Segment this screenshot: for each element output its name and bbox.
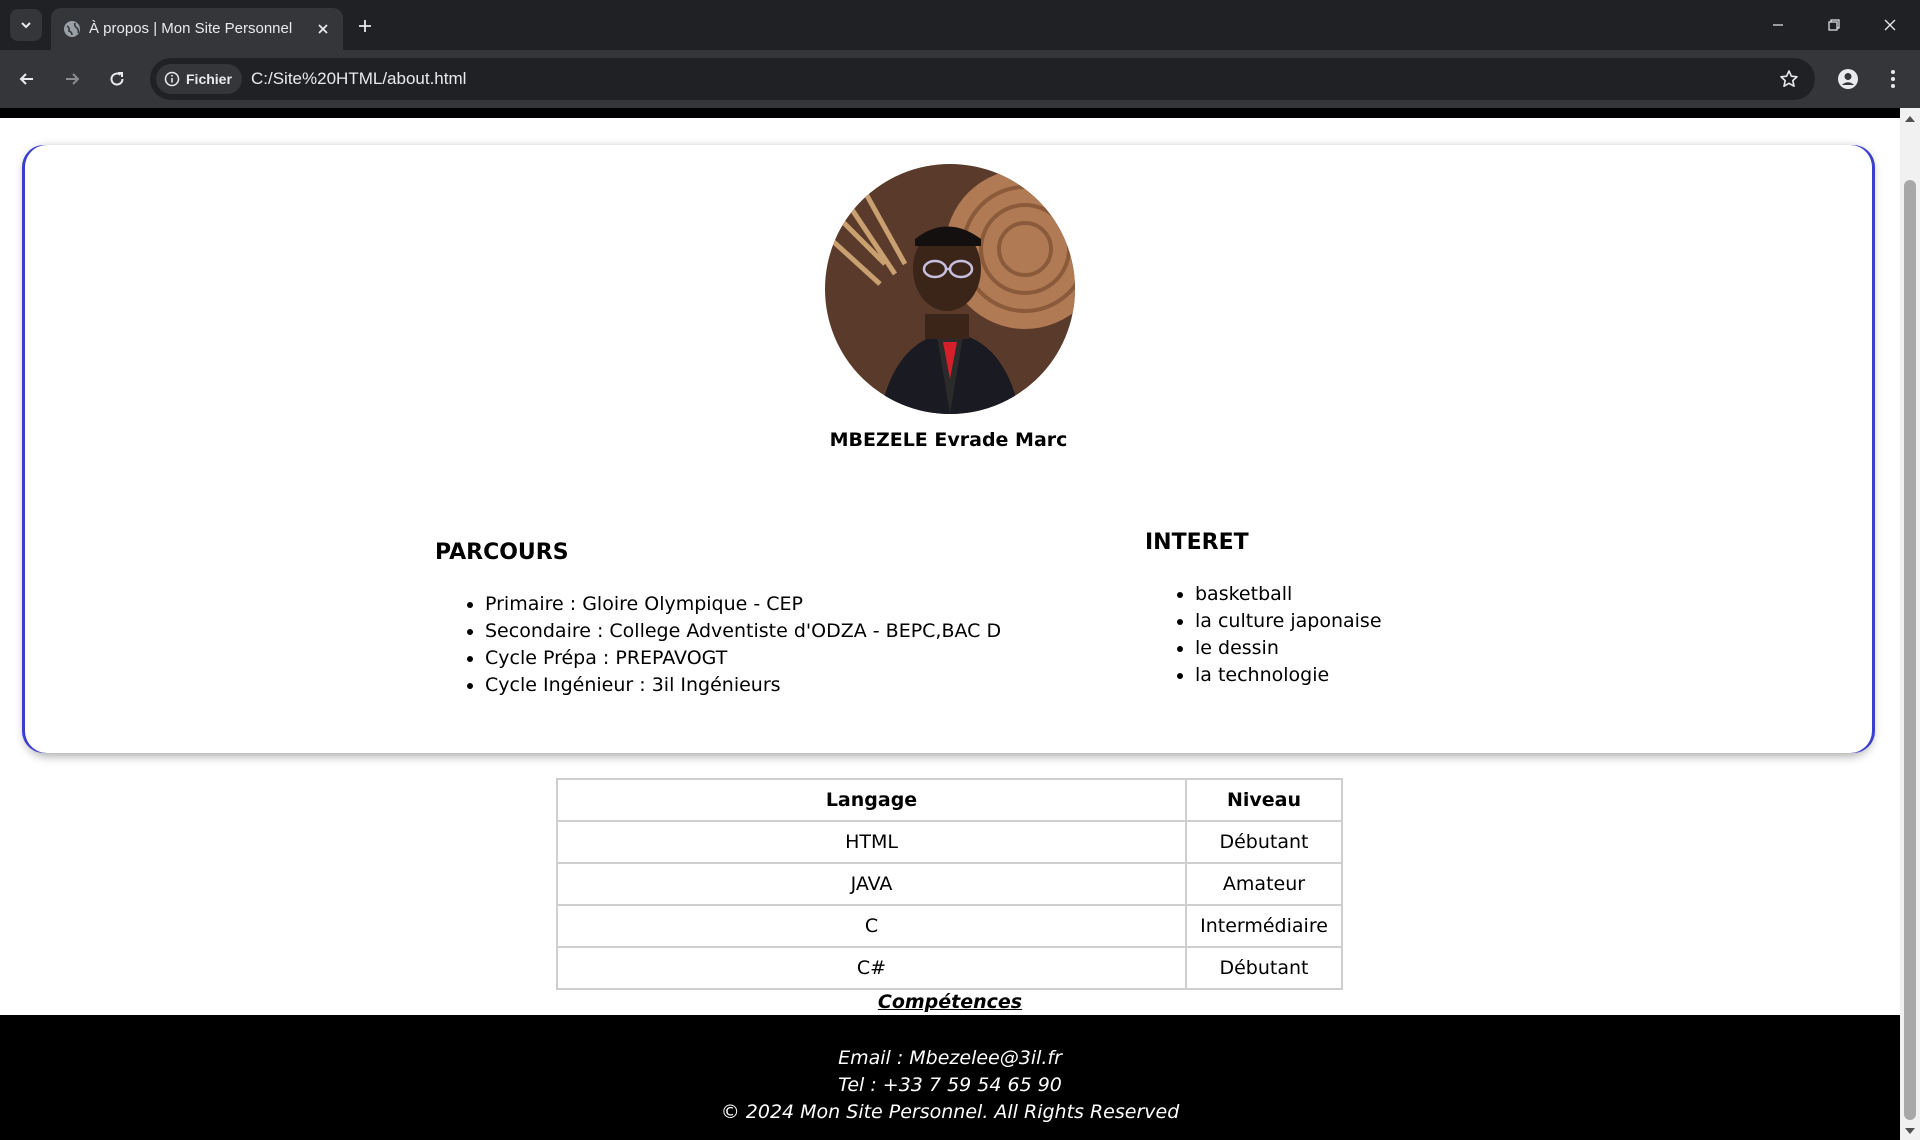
list-item: la technologie [1195,662,1382,689]
forward-button[interactable] [56,63,88,95]
table-caption: Compétences [877,991,1023,1013]
close-icon [1884,19,1896,31]
back-button[interactable] [11,63,43,95]
table-cell: HTML [556,820,1187,864]
profile-name: MBEZELE Evrade Marc [829,429,1068,451]
table-cell: Débutant [1185,946,1343,990]
scroll-down-arrow-icon[interactable] [1905,1128,1915,1134]
list-item: Secondaire : College Adventiste d'ODZA -… [485,618,1001,645]
footer-email: Email : Mbezelee@3il.fr [838,1047,1062,1069]
list-item: le dessin [1195,635,1382,662]
address-bar[interactable]: Fichier C:/Site%20HTML/about.html [150,58,1815,100]
list-item: Primaire : Gloire Olympique - CEP [485,591,1001,618]
profile-photo [825,164,1075,414]
tab-title: À propos | Mon Site Personnel [89,20,293,37]
bookmark-button[interactable] [1775,65,1803,93]
footer: Email : Mbezelee@3il.fr Tel : +33 7 59 5… [0,1015,1900,1140]
page-scrollbar[interactable] [1900,108,1920,1140]
column-header-langage: Langage [556,778,1187,822]
table-row: JAVA Amateur [556,862,1343,906]
table-cell: Débutant [1185,820,1343,864]
table-cell: Amateur [1185,862,1343,906]
browser-tab[interactable]: À propos | Mon Site Personnel [51,8,343,50]
menu-button[interactable] [1877,63,1909,95]
more-vertical-icon [1891,70,1895,88]
avatar [825,164,1075,414]
profile-icon [1838,69,1858,89]
chevron-down-icon [21,22,31,29]
parcours-list: Primaire : Gloire Olympique - CEP Second… [435,591,1001,699]
arrow-right-icon [66,73,80,85]
list-item: Cycle Prépa : PREPAVOGT [485,645,1001,672]
footer-copyright: © 2024 Mon Site Personnel. All Rights Re… [720,1101,1180,1123]
table-row: HTML Débutant [556,820,1343,864]
interet-list: basketball la culture japonaise le dessi… [1145,581,1382,689]
url-text[interactable]: C:/Site%20HTML/about.html [251,69,466,89]
restore-button[interactable] [1806,0,1862,50]
list-item: basketball [1195,581,1382,608]
table-row: C# Débutant [556,946,1343,990]
globe-icon [64,21,80,37]
table-cell: JAVA [556,862,1187,906]
profile-button[interactable] [1832,63,1864,95]
site-info-chip[interactable]: Fichier [156,64,242,94]
tab-strip: À propos | Mon Site Personnel [0,0,1920,50]
close-icon [318,24,328,34]
table-cell: Intermédiaire [1185,904,1343,948]
tab-close-button[interactable] [311,17,335,41]
column-header-niveau: Niveau [1185,778,1343,822]
profile-card: MBEZELE Evrade Marc PARCOURS Primaire : … [25,145,1872,753]
page-content: MBEZELE Evrade Marc PARCOURS Primaire : … [0,118,1900,1140]
interet-title: INTERET [1145,530,1249,555]
plus-icon [359,20,371,32]
star-icon [1780,70,1798,87]
table-cell: C [556,904,1187,948]
list-item: la culture japonaise [1195,608,1382,635]
table-header-row: Langage Niveau [556,778,1343,822]
skills-table: Langage Niveau HTML Débutant JAVA Amateu… [556,778,1343,990]
minimize-icon [1773,24,1783,26]
restore-icon [1828,19,1840,31]
arrow-left-icon [19,73,33,85]
reload-icon [110,72,124,86]
scroll-up-arrow-icon[interactable] [1905,116,1915,122]
browser-toolbar: Fichier C:/Site%20HTML/about.html [0,50,1920,108]
table-cell: C# [556,946,1187,990]
tab-search-button[interactable] [10,9,42,41]
footer-tel: Tel : +33 7 59 54 65 90 [838,1074,1062,1096]
new-tab-button[interactable] [351,12,379,40]
header-bar [0,108,1900,118]
table-row: C Intermédiaire [556,904,1343,948]
scrollbar-thumb[interactable] [1904,180,1916,1120]
info-icon [164,71,180,87]
reload-button[interactable] [101,63,133,95]
parcours-title: PARCOURS [435,540,569,565]
site-chip-label: Fichier [186,71,232,87]
close-window-button[interactable] [1862,0,1918,50]
minimize-button[interactable] [1750,0,1806,50]
list-item: Cycle Ingénieur : 3il Ingénieurs [485,672,1001,699]
